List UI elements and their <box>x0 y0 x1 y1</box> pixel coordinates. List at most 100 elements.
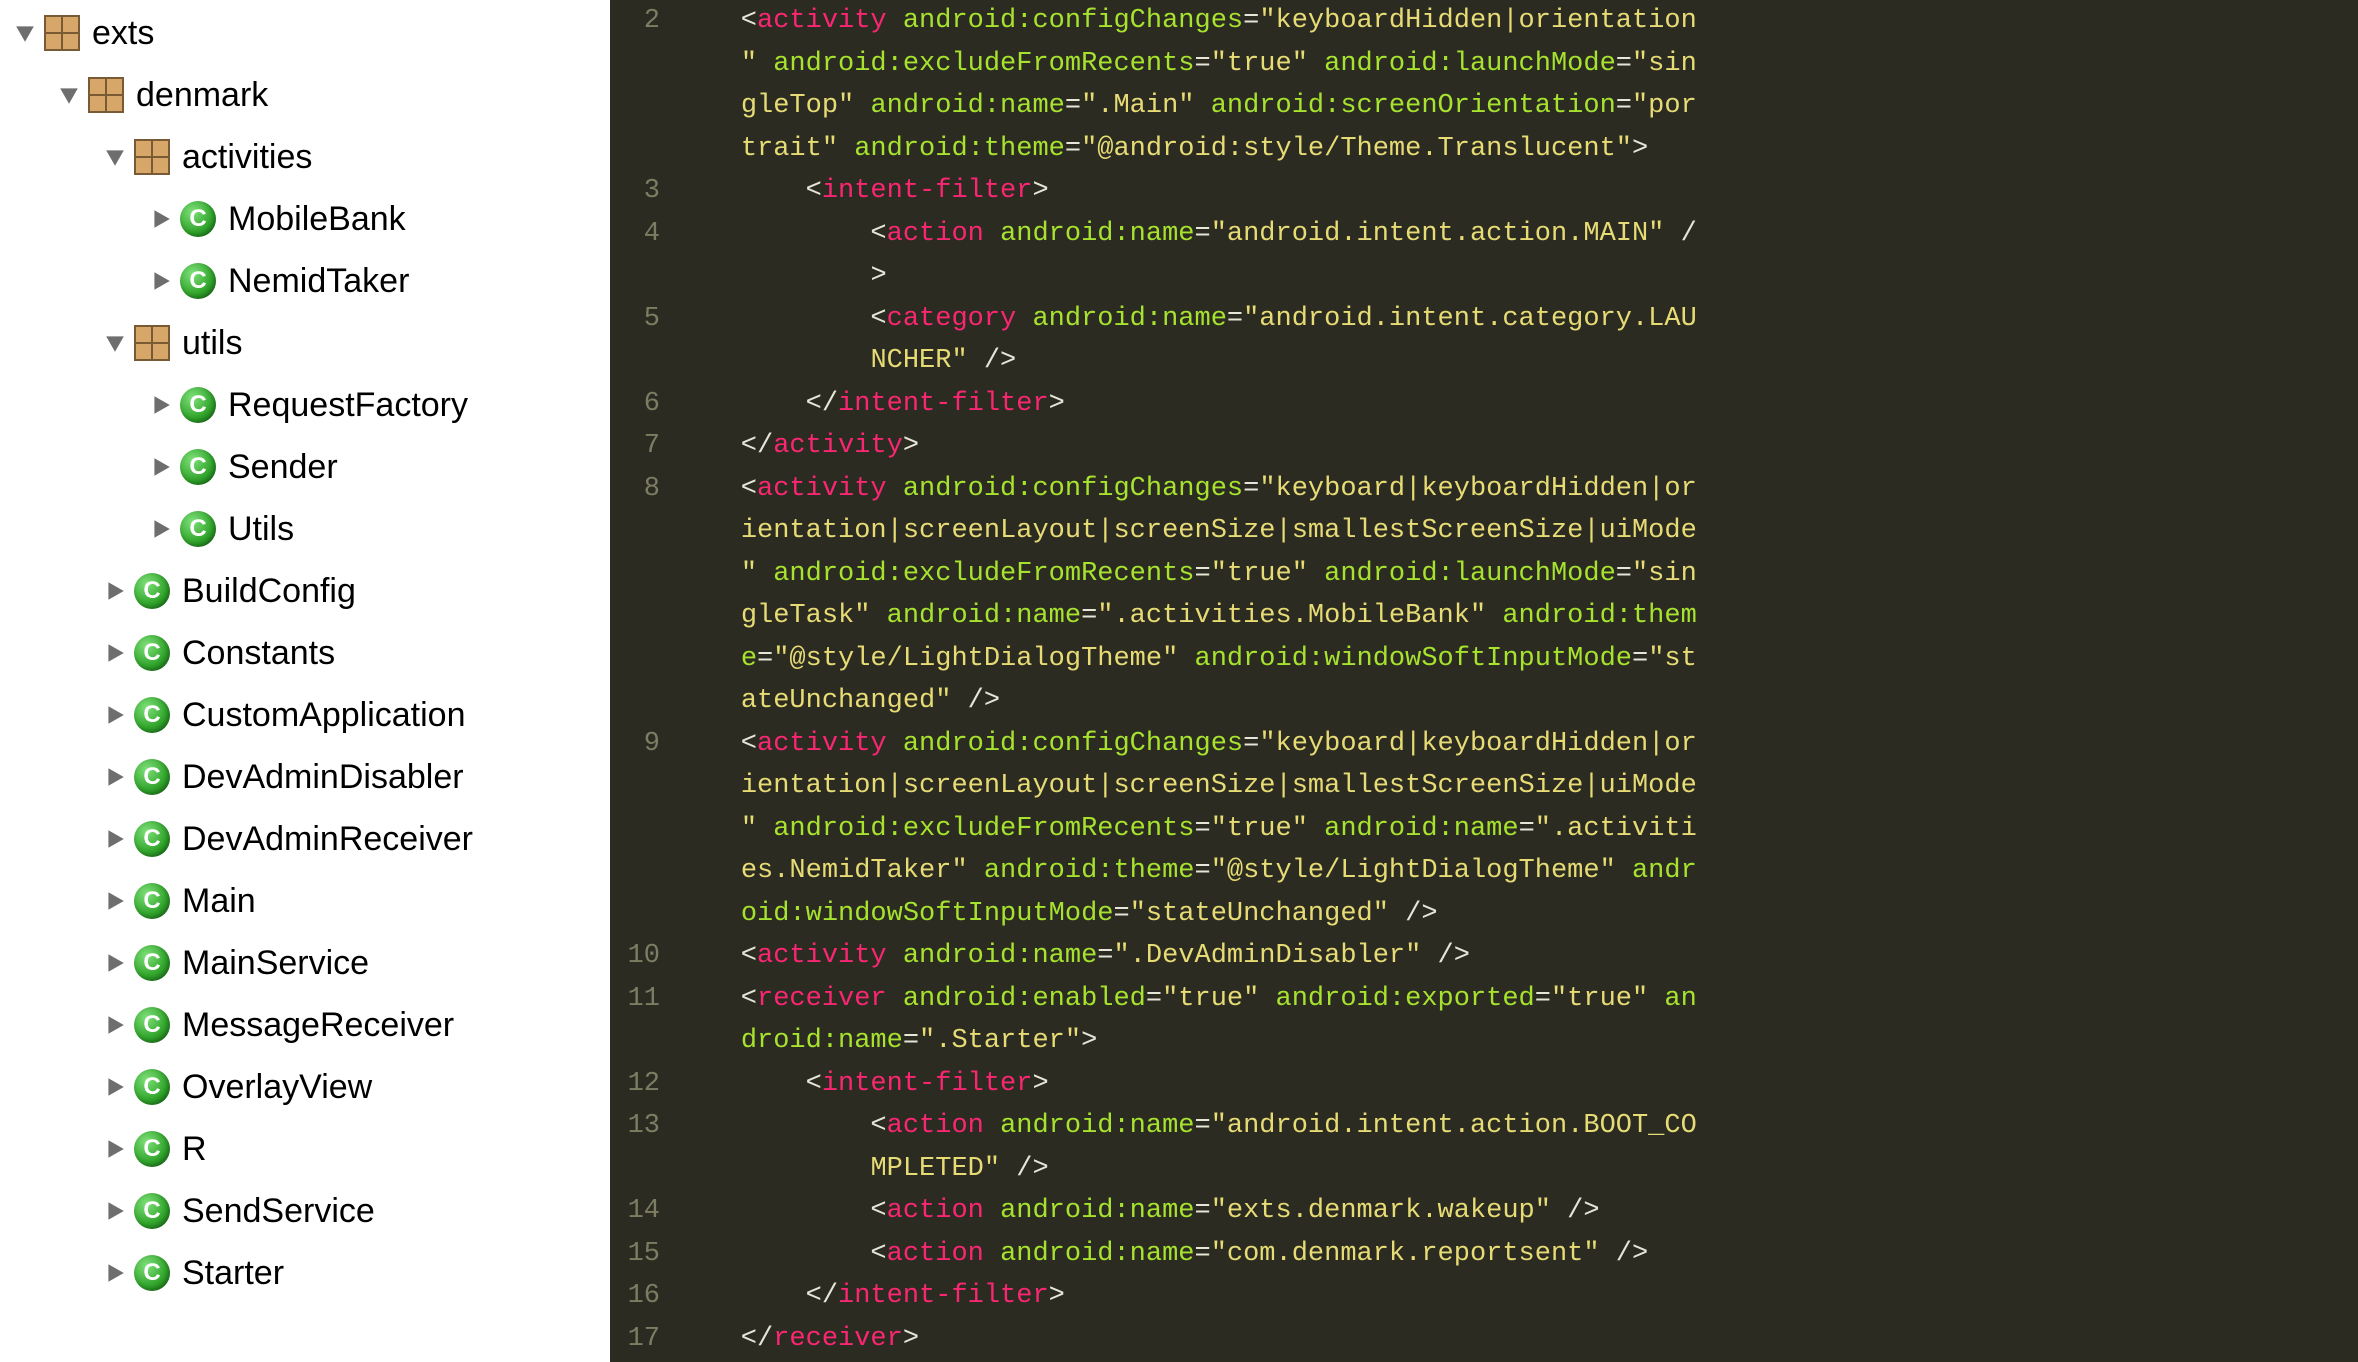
code-line[interactable]: <activity android:name=".DevAdminDisable… <box>676 935 2358 978</box>
tree-node-label: CustomApplication <box>182 696 465 735</box>
chevron-right-icon[interactable] <box>104 828 126 850</box>
code-line[interactable]: es.NemidTaker" android:theme="@style/Lig… <box>676 850 2358 893</box>
tree-node-DevAdminDisabler[interactable]: C DevAdminDisabler <box>0 746 610 808</box>
tree-node-Starter[interactable]: CStarter <box>0 1242 610 1304</box>
code-line[interactable]: droid:name=".Starter"> <box>676 1020 2358 1063</box>
code-line[interactable]: gleTask" android:name=".activities.Mobil… <box>676 595 2358 638</box>
chevron-right-icon[interactable] <box>104 1200 126 1222</box>
package-icon <box>134 325 170 361</box>
code-editor[interactable]: 2345678910111213141516171819202122232425… <box>610 0 2358 1362</box>
code-content[interactable]: <activity android:configChanges="keyboar… <box>676 0 2358 1362</box>
code-line[interactable]: <action android:name="com.denmark.report… <box>676 1233 2358 1276</box>
code-line[interactable]: <action android:name="android.intent.act… <box>676 213 2358 256</box>
code-line[interactable]: <action android:name="android.intent.act… <box>676 1105 2358 1148</box>
class-icon: C <box>134 759 170 795</box>
gutter-line: 4 <box>610 213 660 256</box>
code-line[interactable]: <receiver android:enabled="true" android… <box>676 978 2358 1021</box>
chevron-right-icon[interactable] <box>104 1262 126 1284</box>
tree-node-label: MessageReceiver <box>182 1006 454 1045</box>
chevron-right-icon[interactable] <box>150 394 172 416</box>
code-line[interactable]: <action android:name="exts.denmark.wakeu… <box>676 1190 2358 1233</box>
code-line[interactable]: </activity> <box>676 425 2358 468</box>
gutter-line <box>610 765 660 808</box>
code-line[interactable]: <category android:name="android.intent.c… <box>676 298 2358 341</box>
package-icon <box>134 139 170 175</box>
class-icon: C <box>134 821 170 857</box>
gutter-line: 16 <box>610 1275 660 1318</box>
tree-node-MainService[interactable]: C MainService <box>0 932 610 994</box>
chevron-right-icon[interactable] <box>104 642 126 664</box>
code-line[interactable]: ateUnchanged" /> <box>676 680 2358 723</box>
chevron-right-icon[interactable] <box>104 1076 126 1098</box>
code-line[interactable]: ientation|screenLayout|screenSize|smalle… <box>676 765 2358 808</box>
chevron-right-icon[interactable] <box>104 704 126 726</box>
gutter-line <box>610 510 660 553</box>
tree-node-MobileBank[interactable]: CMobileBank <box>0 188 610 250</box>
class-icon: C <box>134 883 170 919</box>
code-line[interactable]: " android:excludeFromRecents="true" andr… <box>676 553 2358 596</box>
code-line[interactable]: <activity android:configChanges="keyboar… <box>676 468 2358 511</box>
code-line[interactable]: <intent-filter> <box>676 1063 2358 1106</box>
chevron-down-icon[interactable] <box>14 22 36 44</box>
code-line[interactable]: gleTop" android:name=".Main" android:scr… <box>676 85 2358 128</box>
tree-node-Utils[interactable]: CUtils <box>0 498 610 560</box>
tree-node-Constants[interactable]: CConstants <box>0 622 610 684</box>
tree-node-denmark[interactable]: denmark <box>0 64 610 126</box>
tree-node-Main[interactable]: C Main <box>0 870 610 932</box>
gutter-line: 8 <box>610 468 660 511</box>
chevron-right-icon[interactable] <box>104 890 126 912</box>
tree-node-exts[interactable]: exts <box>0 2 610 64</box>
chevron-right-icon[interactable] <box>104 580 126 602</box>
tree-node-CustomApplication[interactable]: CCustomApplication <box>0 684 610 746</box>
chevron-down-icon[interactable] <box>58 84 80 106</box>
gutter-line: 11 <box>610 978 660 1021</box>
class-icon: C <box>134 945 170 981</box>
chevron-right-icon[interactable] <box>150 208 172 230</box>
gutter-line <box>610 43 660 86</box>
tree-node-BuildConfig[interactable]: CBuildConfig <box>0 560 610 622</box>
chevron-right-icon[interactable] <box>104 766 126 788</box>
code-line[interactable]: <activity android:configChanges="keyboar… <box>676 723 2358 766</box>
code-line[interactable]: </intent-filter> <box>676 1275 2358 1318</box>
tree-node-RequestFactory[interactable]: CRequestFactory <box>0 374 610 436</box>
project-tree[interactable]: extsdenmarkactivitiesCMobileBankCNemidTa… <box>0 0 610 1362</box>
tree-node-label: DevAdminDisabler <box>182 758 464 797</box>
code-line[interactable]: <activity android:configChanges="keyboar… <box>676 0 2358 43</box>
code-line[interactable]: e="@style/LightDialogTheme" android:wind… <box>676 638 2358 681</box>
code-line[interactable]: " android:excludeFromRecents="true" andr… <box>676 43 2358 86</box>
chevron-right-icon[interactable] <box>150 518 172 540</box>
code-line[interactable]: NCHER" /> <box>676 340 2358 383</box>
tree-node-R[interactable]: CR <box>0 1118 610 1180</box>
chevron-down-icon[interactable] <box>104 332 126 354</box>
code-line[interactable]: MPLETED" /> <box>676 1148 2358 1191</box>
code-line[interactable]: ientation|screenLayout|screenSize|smalle… <box>676 510 2358 553</box>
code-line[interactable]: </intent-filter> <box>676 383 2358 426</box>
gutter-line: 15 <box>610 1233 660 1276</box>
line-gutter: 2345678910111213141516171819202122232425… <box>610 0 676 1362</box>
tree-node-OverlayView[interactable]: COverlayView <box>0 1056 610 1118</box>
chevron-down-icon[interactable] <box>104 146 126 168</box>
tree-node-Sender[interactable]: CSender <box>0 436 610 498</box>
chevron-right-icon[interactable] <box>104 1014 126 1036</box>
chevron-right-icon[interactable] <box>104 1138 126 1160</box>
chevron-right-icon[interactable] <box>150 270 172 292</box>
code-line[interactable]: " android:excludeFromRecents="true" andr… <box>676 808 2358 851</box>
tree-node-label: MainService <box>182 944 369 983</box>
gutter-line <box>610 850 660 893</box>
tree-node-SendService[interactable]: CSendService <box>0 1180 610 1242</box>
chevron-right-icon[interactable] <box>150 456 172 478</box>
code-line[interactable]: <intent-filter> <box>676 170 2358 213</box>
tree-node-activities[interactable]: activities <box>0 126 610 188</box>
class-icon: C <box>134 635 170 671</box>
tree-node-utils[interactable]: utils <box>0 312 610 374</box>
code-line[interactable]: </receiver> <box>676 1318 2358 1361</box>
gutter-line: 17 <box>610 1318 660 1361</box>
code-line[interactable]: trait" android:theme="@android:style/The… <box>676 128 2358 171</box>
code-line[interactable]: oid:windowSoftInputMode="stateUnchanged"… <box>676 893 2358 936</box>
tree-node-NemidTaker[interactable]: CNemidTaker <box>0 250 610 312</box>
tree-node-label: Main <box>182 882 256 921</box>
tree-node-MessageReceiver[interactable]: CMessageReceiver <box>0 994 610 1056</box>
tree-node-DevAdminReceiver[interactable]: CDevAdminReceiver <box>0 808 610 870</box>
chevron-right-icon[interactable] <box>104 952 126 974</box>
code-line[interactable]: > <box>676 255 2358 298</box>
